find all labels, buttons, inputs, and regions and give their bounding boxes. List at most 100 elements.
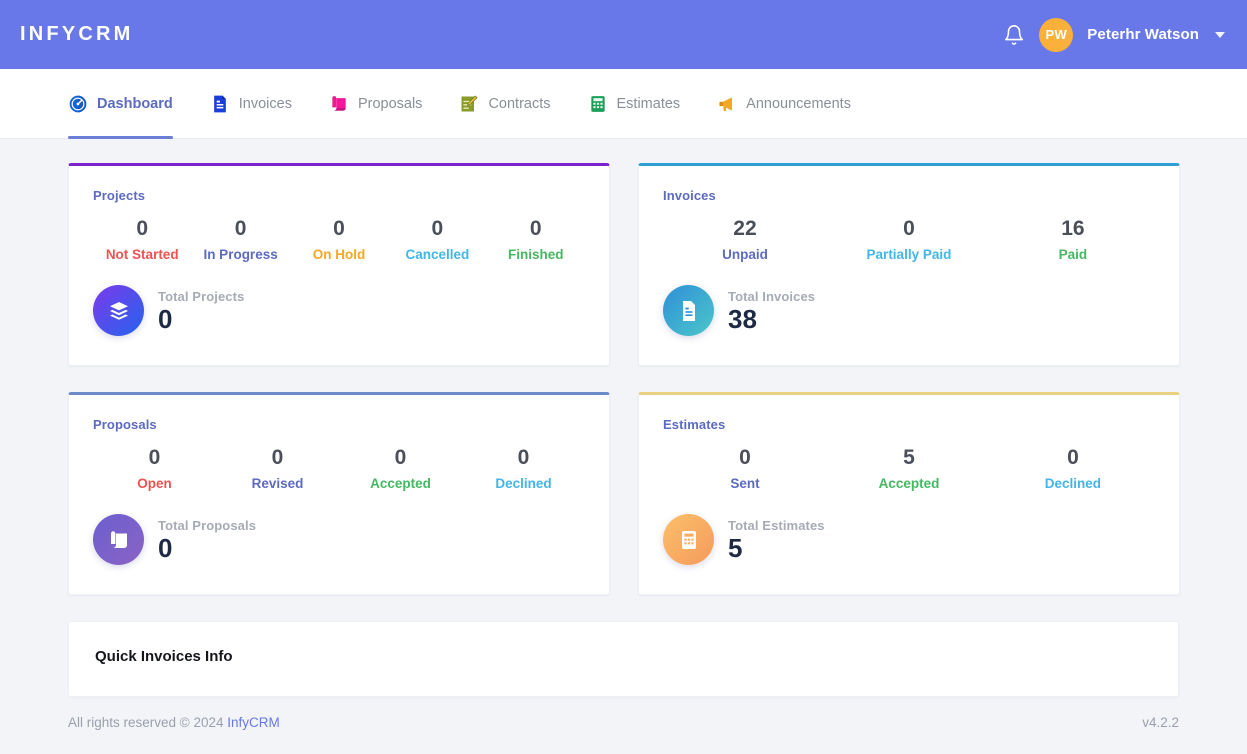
stat-value: 0 [234, 217, 247, 240]
footer-version: v4.2.2 [1142, 715, 1179, 730]
total-value: 0 [158, 303, 173, 334]
footer-copyright: All rights reserved © 2024 InfyCRM [68, 715, 280, 730]
total-label: Total Proposals [158, 517, 257, 533]
stat-label: Partially Paid [866, 247, 952, 263]
nav-item-proposals[interactable]: Proposals [329, 69, 422, 139]
stat-label: Finished [508, 247, 564, 263]
nav-label: Proposals [357, 95, 423, 112]
stat-partially-paid[interactable]: 0 Partially Paid [827, 215, 991, 262]
stat-value: 0 [529, 217, 542, 240]
card-stats: 0 Open 0 Revised 0 Accepted 0 Declined [93, 444, 585, 491]
app-header: INFYCRM PW Peterhr Watson [0, 0, 1247, 69]
stat-label: Open [137, 476, 172, 492]
stat-declined[interactable]: 0 Declined [991, 444, 1155, 491]
card-title: Estimates [663, 417, 726, 432]
stat-value: 0 [148, 446, 161, 469]
stat-label: On Hold [312, 247, 366, 263]
card-title: Proposals [93, 417, 157, 432]
nav-item-estimates[interactable]: Estimates [588, 69, 681, 139]
stat-label: Not Started [105, 247, 179, 263]
stat-label: Paid [1058, 247, 1088, 263]
quick-invoices-title: Quick Invoices Info [95, 648, 233, 665]
stat-accepted[interactable]: 0 Accepted [339, 444, 462, 491]
dashboard-content: Projects 0 Not Started 0 In Progress 0 O… [0, 139, 1247, 697]
nav-item-invoices[interactable]: Invoices [210, 69, 292, 139]
nav-item-announcements[interactable]: Announcements [717, 69, 851, 139]
bell-icon[interactable] [1003, 23, 1025, 47]
total-value: 0 [158, 532, 173, 563]
app-logo[interactable]: INFYCRM [20, 23, 134, 46]
stat-value: 0 [333, 217, 345, 240]
stat-open[interactable]: 0 Open [93, 444, 216, 491]
stat-label: In Progress [203, 247, 278, 263]
chevron-down-icon[interactable] [1215, 31, 1225, 38]
card-stats: 22 Unpaid 0 Partially Paid 16 Paid [663, 215, 1155, 262]
card-stats: 0 Sent 5 Accepted 0 Declined [663, 444, 1155, 491]
nav-label: Announcements [746, 95, 851, 112]
stat-finished[interactable]: 0 Finished [487, 215, 585, 262]
nav-label: Contracts [488, 95, 551, 112]
footer-link[interactable]: InfyCRM [227, 715, 280, 730]
total-label: Total Estimates [728, 517, 825, 533]
invoice-document-icon [663, 285, 714, 337]
stat-label: Unpaid [722, 247, 768, 263]
card-stats: 0 Not Started 0 In Progress 0 On Hold 0 … [93, 215, 585, 262]
stat-accepted[interactable]: 5 Accepted [827, 444, 991, 491]
total-label: Total Projects [158, 288, 245, 304]
nav-item-contracts[interactable]: Contracts [459, 69, 551, 139]
layers-icon [93, 285, 144, 337]
stat-value: 16 [1061, 217, 1085, 240]
nav-label: Invoices [238, 95, 292, 112]
stat-value: 0 [394, 446, 407, 469]
app-footer: All rights reserved © 2024 InfyCRM v4.2.… [0, 715, 1247, 730]
card-total: Total Estimates 5 [663, 514, 1155, 566]
stat-value: 0 [517, 446, 530, 469]
stat-on-hold[interactable]: 0 On Hold [290, 215, 388, 262]
nav-label: Estimates [616, 95, 681, 112]
stat-unpaid[interactable]: 22 Unpaid [663, 215, 827, 262]
stat-value: 5 [903, 446, 915, 469]
card-estimates: Estimates 0 Sent 5 Accepted 0 Declined T… [638, 392, 1180, 595]
speedometer-icon [68, 94, 88, 114]
header-actions: PW Peterhr Watson [1003, 17, 1225, 52]
stat-label: Declined [495, 476, 552, 492]
total-label: Total Invoices [728, 288, 816, 304]
nav-item-dashboard[interactable]: Dashboard [68, 69, 173, 139]
stat-label: Accepted [370, 476, 431, 492]
card-projects: Projects 0 Not Started 0 In Progress 0 O… [68, 163, 610, 366]
stat-value: 0 [903, 217, 915, 240]
user-name[interactable]: Peterhr Watson [1087, 26, 1199, 43]
stat-cards-grid: Projects 0 Not Started 0 In Progress 0 O… [68, 163, 1180, 595]
card-total: Total Invoices 38 [663, 285, 1155, 337]
calculator-icon [663, 514, 714, 566]
card-total: Total Projects 0 [93, 285, 585, 337]
stat-not-started[interactable]: 0 Not Started [93, 215, 191, 262]
document-icon [210, 94, 230, 114]
stat-in-progress[interactable]: 0 In Progress [191, 215, 289, 262]
stat-value: 0 [431, 217, 444, 240]
megaphone-icon [717, 94, 737, 114]
stat-label: Cancelled [405, 247, 470, 263]
stat-label: Declined [1044, 476, 1102, 492]
stat-label: Accepted [878, 476, 940, 492]
stat-declined[interactable]: 0 Declined [462, 444, 585, 491]
stat-revised[interactable]: 0 Revised [216, 444, 339, 491]
card-invoices: Invoices 22 Unpaid 0 Partially Paid 16 P… [638, 163, 1180, 366]
stat-cancelled[interactable]: 0 Cancelled [388, 215, 486, 262]
total-value: 38 [728, 303, 757, 334]
avatar[interactable]: PW [1039, 17, 1074, 52]
main-nav: Dashboard Invoices Proposals Contracts E… [0, 69, 1247, 139]
calculator-icon [588, 94, 608, 114]
stat-value: 0 [739, 446, 751, 469]
card-title: Projects [93, 188, 146, 203]
scroll-icon [329, 94, 349, 114]
stat-value: 0 [271, 446, 284, 469]
card-title: Invoices [663, 188, 716, 203]
stat-sent[interactable]: 0 Sent [663, 444, 827, 491]
stat-label: Sent [730, 476, 760, 492]
total-value: 5 [728, 532, 743, 563]
stat-value: 22 [733, 217, 757, 240]
stat-paid[interactable]: 16 Paid [991, 215, 1155, 262]
stat-label: Revised [251, 476, 304, 492]
stat-value: 0 [1067, 446, 1079, 469]
